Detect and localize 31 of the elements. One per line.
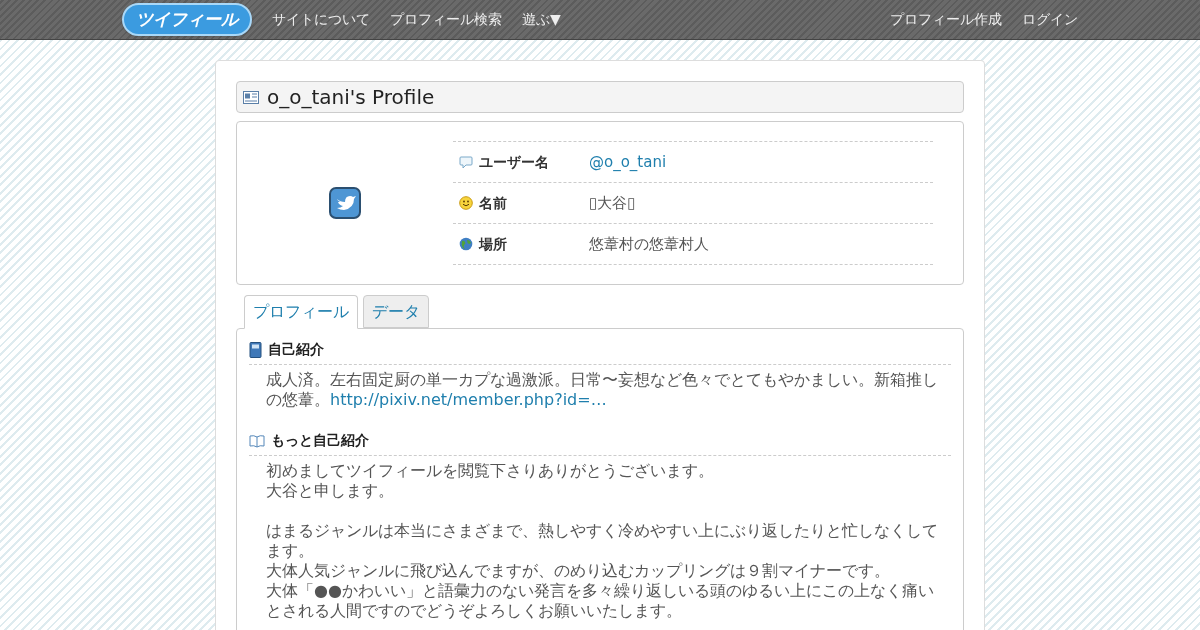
field-value: ▯大谷▯ bbox=[589, 192, 636, 214]
profile-title: o_o_tani's Profile bbox=[267, 84, 435, 111]
site-logo[interactable]: ツイフィール bbox=[122, 2, 252, 37]
profile-link[interactable]: http://pixiv.net/member.php?id=… bbox=[330, 390, 607, 409]
field-label: 場所 bbox=[479, 234, 507, 254]
book-icon bbox=[249, 341, 262, 358]
field-label: ユーザー名 bbox=[479, 152, 549, 172]
bird-icon bbox=[329, 187, 361, 219]
speech-bubble-icon bbox=[459, 155, 473, 169]
nav-link[interactable]: ログイン bbox=[1022, 9, 1078, 30]
nav-link[interactable]: サイトについて bbox=[272, 9, 370, 30]
bio-text: 成人済。左右固定厨の単一カプな過激派。日常〜妄想など色々でとてもやかましい。新箱推しの悠葦。http://pixiv.net/member.php?id=… bbox=[266, 370, 939, 410]
nav-link[interactable]: 遊ぶ▼ bbox=[522, 9, 561, 30]
globe-icon bbox=[459, 237, 473, 251]
field-value: 悠葦村の悠葦村人 bbox=[589, 233, 709, 255]
field-label: 名前 bbox=[479, 193, 507, 213]
tab[interactable]: プロフィール bbox=[244, 295, 358, 329]
bio-text: はまるジャンルは本当にさまざまで、熱しやすく冷めやすい上にぶり返したりと忙しなくしてます。 bbox=[266, 521, 939, 561]
nav-link[interactable]: プロフィール作成 bbox=[890, 9, 1002, 30]
bio-text: 初めましてツイフィールを閲覧下さりありがとうございます。 bbox=[266, 461, 715, 481]
bio-text: 大体人気ジャンルに飛び込んでますが、のめり込むカップリングは９割マイナーです。 bbox=[266, 561, 891, 581]
id-card-icon bbox=[243, 90, 259, 104]
username-link[interactable]: @o_o_tani bbox=[589, 150, 667, 174]
bio-text: 大体「●●かわいい」と語彙力のない発言を多々繰り返しいる頭のゆるい上にこの上なく痛いとされる人間ですのでどうぞよろしくお願いいたします。 bbox=[266, 581, 935, 621]
smiley-icon bbox=[459, 196, 473, 210]
open-book-icon bbox=[249, 433, 265, 448]
tab[interactable]: データ bbox=[363, 295, 429, 328]
nav-link[interactable]: プロフィール検索 bbox=[390, 9, 502, 30]
section-heading: もっと自己紹介 bbox=[271, 431, 369, 450]
section-heading: 自己紹介 bbox=[268, 340, 324, 359]
bio-text: 大谷と申します。 bbox=[266, 481, 395, 501]
